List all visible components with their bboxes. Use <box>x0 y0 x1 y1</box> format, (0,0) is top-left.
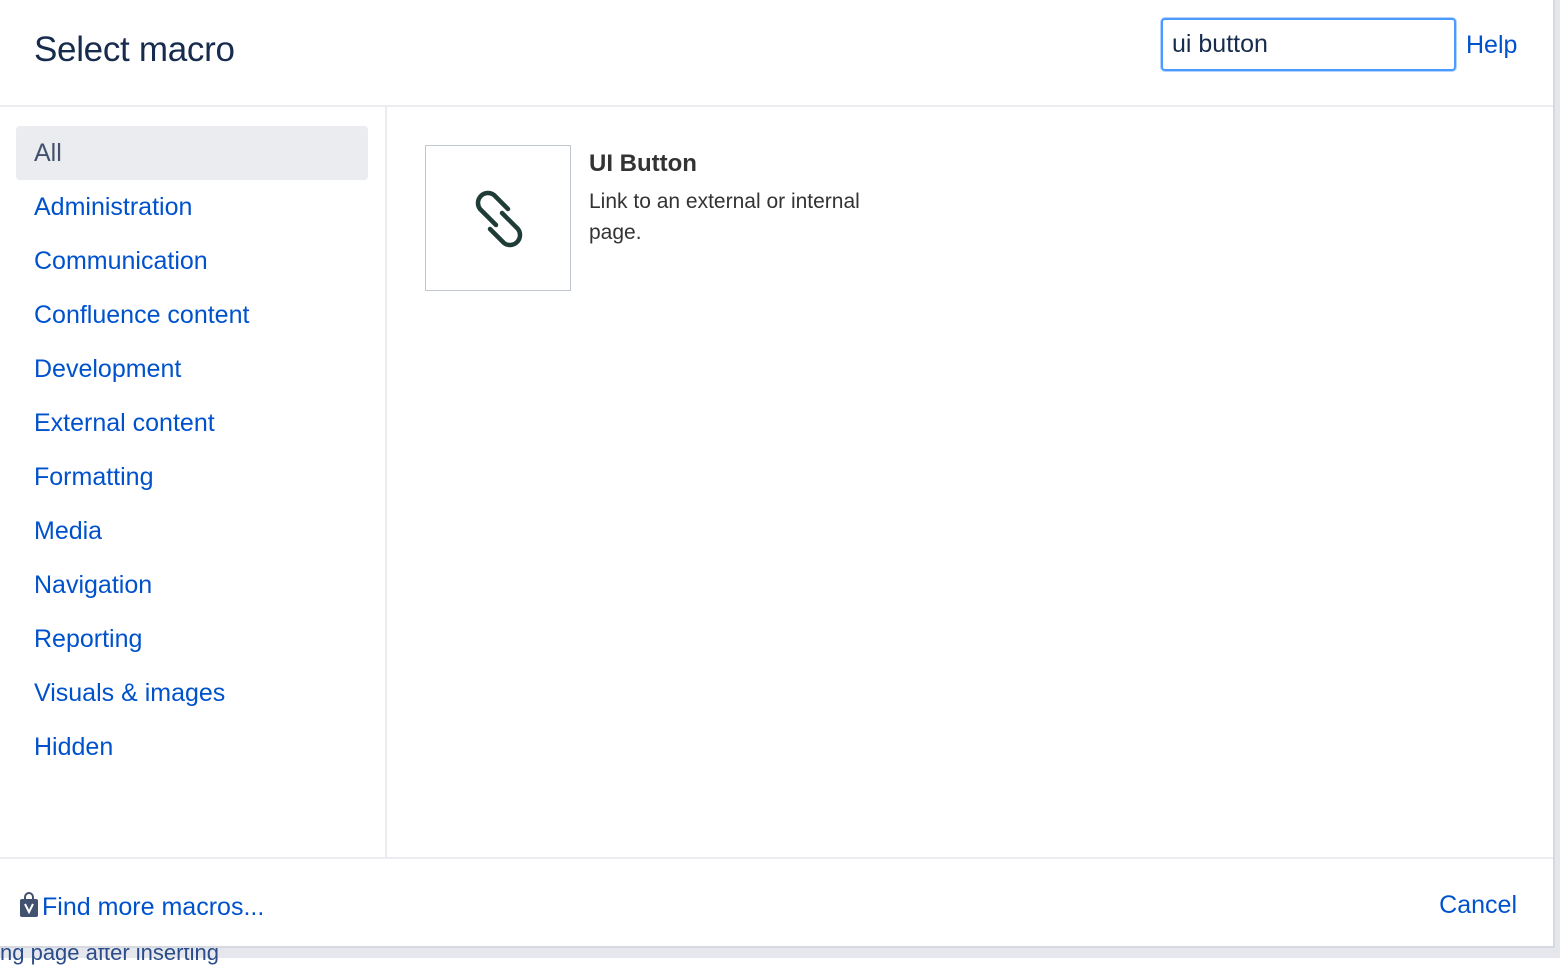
category-communication[interactable]: Communication <box>16 234 368 288</box>
select-macro-dialog: Select macro Help All Administration Com… <box>0 0 1555 948</box>
category-visuals-images[interactable]: Visuals & images <box>16 666 368 720</box>
link-icon <box>475 190 523 248</box>
find-more-macros-label: Find more macros... <box>42 893 265 921</box>
macro-name: UI Button <box>589 150 697 177</box>
find-more-macros-link[interactable]: Find more macros... <box>18 891 264 926</box>
category-reporting[interactable]: Reporting <box>16 612 368 666</box>
category-all[interactable]: All <box>16 126 368 180</box>
macro-item-ui-button[interactable]: UI Button Link to an external or interna… <box>425 145 925 295</box>
dialog-header: Select macro Help <box>0 0 1553 107</box>
macro-search-input[interactable] <box>1161 18 1456 71</box>
cancel-button[interactable]: Cancel <box>1439 891 1517 920</box>
category-navigation[interactable]: Navigation <box>16 558 368 612</box>
category-administration[interactable]: Administration <box>16 180 368 234</box>
marketplace-bag-icon <box>18 891 40 926</box>
category-development[interactable]: Development <box>16 342 368 396</box>
category-hidden[interactable]: Hidden <box>16 720 368 774</box>
dialog-title: Select macro <box>34 30 235 69</box>
category-media[interactable]: Media <box>16 504 368 558</box>
category-formatting[interactable]: Formatting <box>16 450 368 504</box>
macro-results-panel: UI Button Link to an external or interna… <box>387 107 1553 857</box>
category-confluence-content[interactable]: Confluence content <box>16 288 368 342</box>
category-sidebar: All Administration Communication Conflue… <box>0 107 387 857</box>
category-external-content[interactable]: External content <box>16 396 368 450</box>
macro-icon-box <box>425 145 571 291</box>
macro-description: Link to an external or internal page. <box>589 190 860 244</box>
dialog-footer: Find more macros... Cancel <box>0 857 1553 948</box>
help-link[interactable]: Help <box>1466 31 1517 60</box>
category-list: All Administration Communication Conflue… <box>16 126 368 774</box>
